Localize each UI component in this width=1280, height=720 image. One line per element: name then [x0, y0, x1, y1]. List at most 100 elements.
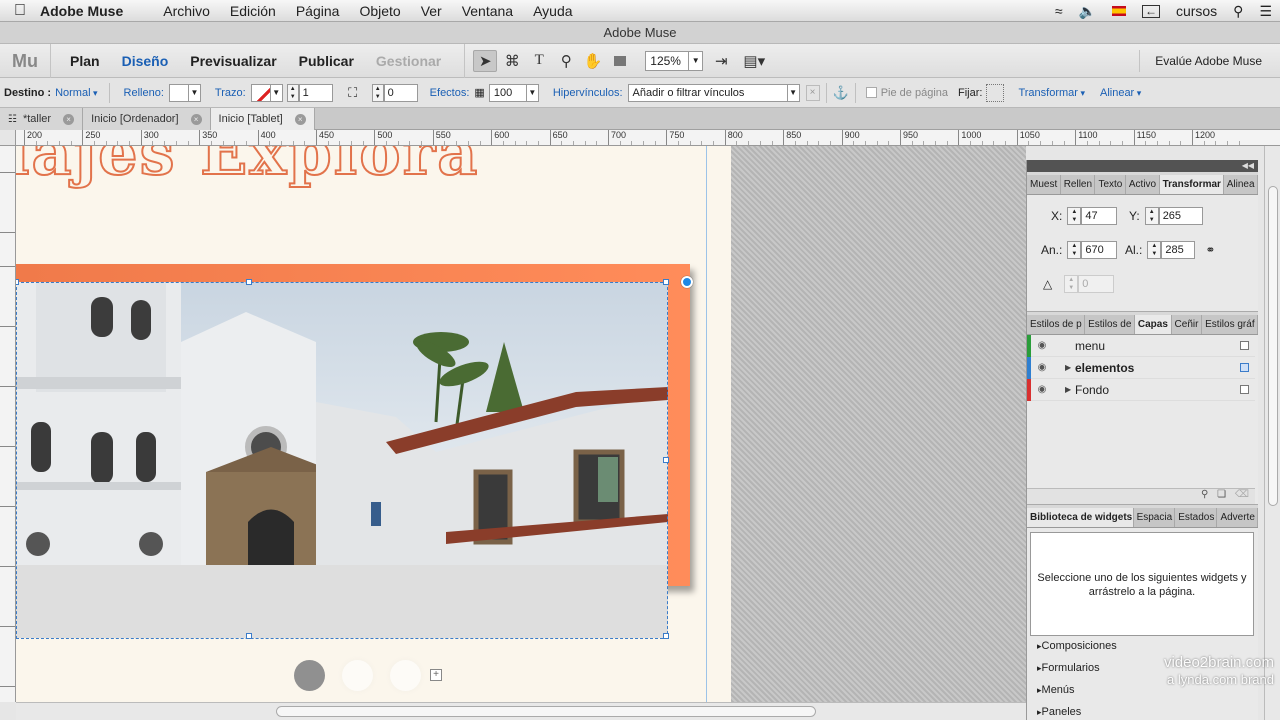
menu-archivo[interactable]: Archivo: [163, 3, 210, 19]
destino-dropdown[interactable]: Normal: [55, 87, 97, 99]
widget-category-menus[interactable]: Menús: [1037, 684, 1075, 696]
text-tool-icon[interactable]: T: [527, 50, 551, 72]
notification-icon[interactable]: ☰: [1259, 3, 1272, 20]
layer-select-box[interactable]: [1240, 363, 1249, 372]
tab-cenir[interactable]: Ceñir: [1172, 315, 1203, 334]
efectos-label[interactable]: Efectos:: [430, 87, 470, 99]
close-icon[interactable]: ×: [63, 113, 75, 125]
page-headline[interactable]: iajes Explora: [16, 146, 479, 190]
tab-alinear[interactable]: Alinea: [1224, 175, 1258, 194]
tab-inicio-tablet[interactable]: Inicio [Tablet] ×: [210, 108, 315, 130]
stepper-arrows-icon[interactable]: ▲ ▼: [1067, 207, 1082, 225]
tab-estilos-caracter[interactable]: Estilos de: [1085, 315, 1135, 334]
height-input[interactable]: 285: [1161, 241, 1196, 259]
stepper-arrows-icon[interactable]: ▲ ▼: [1147, 241, 1162, 259]
nav-publish[interactable]: Publicar: [288, 53, 365, 69]
close-icon[interactable]: ×: [294, 113, 306, 125]
browser-preview-icon[interactable]: ▤▾: [742, 50, 766, 72]
menu-pagina[interactable]: Página: [296, 3, 340, 19]
layer-menu[interactable]: ◉ menu: [1027, 334, 1255, 357]
zoom-select[interactable]: 125% ▼: [645, 50, 704, 71]
hand-tool-icon[interactable]: ✋: [581, 50, 605, 72]
widget-category-composiciones[interactable]: Composiciones: [1037, 640, 1117, 652]
tab-espaciado[interactable]: Espacia: [1134, 508, 1176, 527]
user-menu[interactable]: cursos: [1176, 3, 1217, 19]
eye-icon[interactable]: ◉: [1031, 384, 1053, 395]
tab-inicio-ordenador[interactable]: Inicio [Ordenador] ×: [83, 108, 211, 130]
layer-elementos[interactable]: ◉ ▶ elementos: [1027, 356, 1255, 379]
search-icon[interactable]: ⚲: [1201, 489, 1208, 500]
relleno-label[interactable]: Relleno:: [124, 87, 164, 99]
x-input[interactable]: 47: [1081, 207, 1118, 225]
place-icon[interactable]: ⇥: [709, 50, 733, 72]
apple-icon[interactable]: : [0, 2, 40, 20]
transform-link[interactable]: Transformar: [1018, 87, 1085, 99]
close-icon[interactable]: ×: [190, 113, 202, 125]
resize-handle[interactable]: [663, 279, 669, 285]
collapse-panels-icon[interactable]: ◀◀: [1027, 160, 1258, 172]
widget-options-icon[interactable]: [681, 276, 693, 288]
scroll-thumb[interactable]: [276, 706, 816, 717]
resize-handle[interactable]: [663, 457, 669, 463]
slideshow-dot[interactable]: [390, 660, 421, 691]
eye-icon[interactable]: ◉: [1031, 362, 1053, 373]
menu-objeto[interactable]: Objeto: [359, 3, 400, 19]
resize-handle[interactable]: [16, 279, 19, 285]
anchor-icon[interactable]: ⚓: [833, 85, 849, 101]
layer-fondo[interactable]: ◉ ▶ Fondo: [1027, 378, 1255, 401]
selection-tool-icon[interactable]: ➤: [473, 49, 498, 72]
widget-category-formularios[interactable]: Formularios: [1037, 662, 1100, 674]
eye-icon[interactable]: ◉: [1031, 340, 1053, 351]
spotlight-icon[interactable]: ⚲: [1233, 3, 1243, 20]
tab-muestras[interactable]: Muest: [1027, 175, 1061, 194]
tab-estilos-parrafo[interactable]: Estilos de p: [1027, 315, 1086, 334]
pin-grid-icon[interactable]: [986, 83, 1005, 102]
input-icon[interactable]: ←: [1141, 4, 1160, 18]
design-canvas[interactable]: iajes Explora +: [16, 146, 1026, 702]
link-proportions-icon[interactable]: ⚭: [1205, 243, 1215, 257]
slideshow-dot-active[interactable]: [294, 660, 325, 691]
nav-preview[interactable]: Previsualizar: [179, 53, 287, 69]
zoom-tool-icon[interactable]: ⚲: [554, 50, 578, 72]
layer-select-box[interactable]: [1240, 385, 1249, 394]
page-area[interactable]: iajes Explora +: [16, 146, 731, 702]
trazo-label[interactable]: Trazo:: [215, 87, 246, 99]
expand-triangle-icon[interactable]: ▶: [1065, 363, 1075, 372]
stepper-arrows-icon[interactable]: ▲ ▼: [371, 83, 384, 102]
horizontal-scrollbar[interactable]: [16, 702, 1026, 720]
stroke-swatch[interactable]: ▼: [250, 83, 283, 102]
tab-advertencias[interactable]: Adverte: [1217, 508, 1258, 527]
scroll-thumb[interactable]: [1268, 186, 1278, 506]
evaluate-link[interactable]: Evalúe Adobe Muse: [1155, 54, 1262, 68]
selection-frame[interactable]: [16, 279, 669, 639]
stroke-width-stepper[interactable]: ▲ ▼ 1: [286, 83, 333, 102]
tab-estados[interactable]: Estados: [1175, 508, 1218, 527]
crop-tool-icon[interactable]: ⌘: [500, 50, 524, 72]
corner-radius-stepper[interactable]: ▲ ▼ 0: [371, 83, 418, 102]
tab-transformar[interactable]: Transformar: [1159, 175, 1224, 194]
wifi-icon[interactable]: ≈: [1055, 3, 1063, 19]
add-slide-icon[interactable]: +: [430, 669, 442, 681]
menu-ver[interactable]: Ver: [421, 3, 442, 19]
stepper-arrows-icon[interactable]: ▲ ▼: [1067, 241, 1082, 259]
clear-link-icon[interactable]: ×: [805, 84, 820, 101]
menu-edicion[interactable]: Edición: [230, 3, 276, 19]
fill-swatch[interactable]: ▼: [168, 83, 201, 102]
layer-select-box[interactable]: [1240, 341, 1249, 350]
delete-icon[interactable]: ⌫: [1235, 489, 1249, 500]
resize-handle[interactable]: [663, 633, 669, 639]
tab-estilos-graficos[interactable]: Estilos gráf: [1202, 315, 1258, 334]
tab-activos[interactable]: Activo: [1126, 175, 1160, 194]
tab-texto[interactable]: Texto: [1095, 175, 1126, 194]
footer-checkbox[interactable]: [865, 87, 877, 98]
nav-design[interactable]: Diseño: [111, 53, 180, 69]
align-link[interactable]: Alinear: [1100, 87, 1141, 99]
tab-taller[interactable]: ☷ *taller ×: [0, 108, 84, 130]
hyperlink-select[interactable]: Añadir o filtrar vínculos ▼: [627, 83, 800, 102]
tab-capas[interactable]: Capas: [1134, 315, 1172, 334]
tab-widget-library[interactable]: Biblioteca de widgets: [1027, 508, 1134, 527]
app-menu[interactable]: Adobe Muse: [40, 3, 123, 19]
tab-relleno[interactable]: Rellen: [1061, 175, 1096, 194]
widget-category-paneles[interactable]: Paneles: [1037, 706, 1082, 718]
stepper-arrows-icon[interactable]: ▲ ▼: [1144, 207, 1159, 225]
